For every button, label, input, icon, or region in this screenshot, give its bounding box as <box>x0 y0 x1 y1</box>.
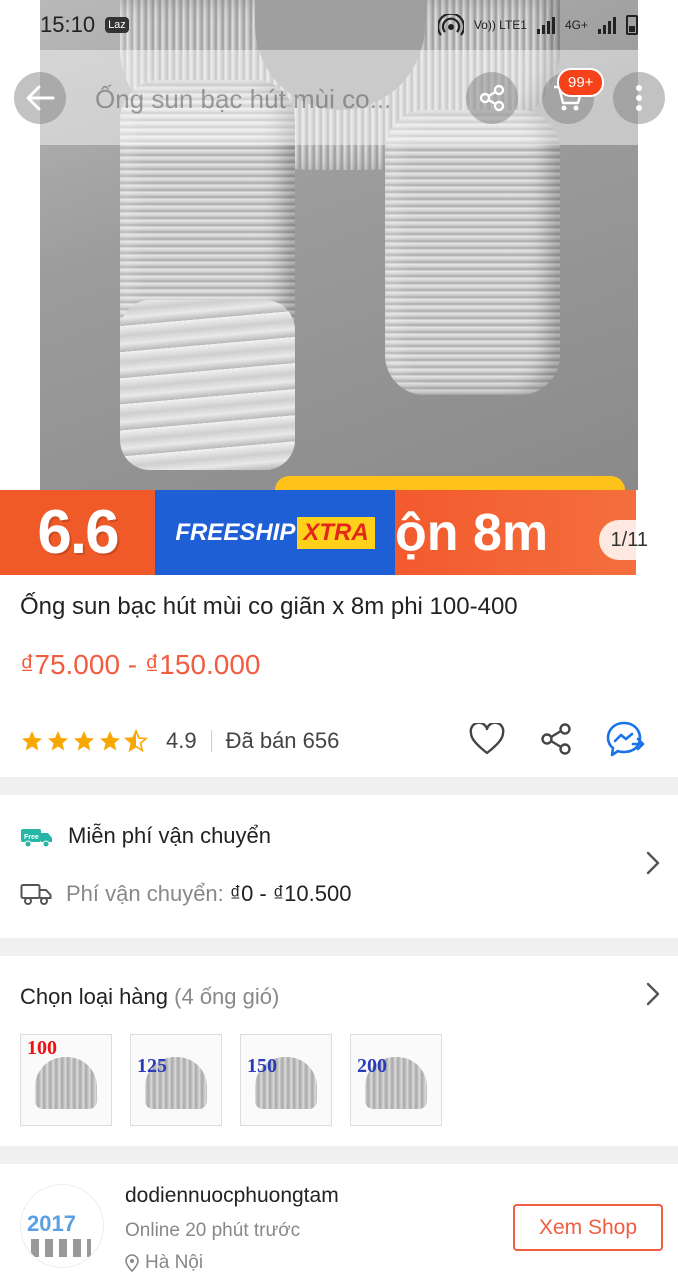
variant-title: Chọn loại hàng (4 ống gió) <box>20 984 279 1010</box>
shop-location-text: Hà Nội <box>145 1252 204 1273</box>
variant-label: 150 <box>247 1055 277 1077</box>
free-shipping-text: Miễn phí vận chuyển <box>68 823 272 848</box>
variant-label: 125 <box>137 1055 167 1077</box>
shop-avatar[interactable]: 2017 <box>20 1184 104 1268</box>
shipping-fee-label: Phí vận chuyển: <box>66 881 224 906</box>
banner-freeship-text: FREESHIP <box>175 518 296 546</box>
more-vertical-icon <box>636 85 642 111</box>
variant-section[interactable]: Chọn loại hàng (4 ống gió) 100 125 150 2… <box>0 956 678 1146</box>
variant-label: 100 <box>27 1037 57 1059</box>
shop-location: Hà Nội <box>125 1252 203 1274</box>
shipping-fee-row: Phí vận chuyển: ₫0 - ₫10.500 <box>20 881 351 907</box>
network-4g-label: 4G+ <box>564 18 588 32</box>
signal-icon <box>536 16 555 34</box>
product-price: ₫75.000 - ₫150.000 <box>20 649 261 680</box>
view-shop-button[interactable]: Xem Shop <box>513 1204 663 1251</box>
shipping-section[interactable]: Free Miễn phí vận chuyển Phí vận chuyển:… <box>0 795 678 938</box>
network-lte-label: Vo)) LTE1 <box>473 18 527 32</box>
hotspot-icon <box>437 14 464 36</box>
sold-count: Đã bán 656 <box>225 728 340 753</box>
shop-name[interactable]: dodiennuocphuongtam <box>125 1184 339 1208</box>
messenger-button[interactable] <box>605 719 645 759</box>
top-nav: Ống sun bạc hút mùi co... 99+ <box>0 50 678 145</box>
heart-icon <box>469 723 505 755</box>
battery-icon <box>626 15 638 35</box>
share-button[interactable] <box>466 72 518 124</box>
location-pin-icon <box>125 1254 139 1272</box>
messenger-icon <box>606 721 645 757</box>
share-icon <box>479 84 505 112</box>
variant-label: 200 <box>357 1055 387 1077</box>
variant-thumb-150[interactable]: 150 <box>240 1034 332 1126</box>
chevron-right-icon <box>646 982 660 1006</box>
rating-row[interactable]: 4.9 Đã bán 656 <box>20 723 339 759</box>
free-badge-text: Free <box>24 834 39 841</box>
app-notification-icon: Laz <box>105 17 129 33</box>
cart-count-badge: 99+ <box>557 68 605 97</box>
star-icon <box>100 731 120 751</box>
product-title: Ống sun bạc hút mùi co giãn x 8m phi 100… <box>20 593 518 620</box>
back-button[interactable] <box>14 72 66 124</box>
variant-thumbnails: 100 125 150 200 <box>20 1034 442 1126</box>
divider <box>210 730 212 752</box>
free-shipping-icon: Free <box>21 829 52 848</box>
more-button[interactable] <box>613 72 665 124</box>
product-page: 6.6 FREESHIP XTRA ộn 8m 1/11 15:10 Laz Vo… <box>0 0 678 1280</box>
signal-icon-2 <box>598 16 616 34</box>
search-input[interactable]: Ống sun bạc hút mùi co... <box>95 84 391 115</box>
favorite-button[interactable] <box>467 719 507 759</box>
shipping-fee-value: ₫0 - ₫10.500 <box>229 881 352 906</box>
variant-count: (4 ống gió) <box>174 984 280 1009</box>
share-product-button[interactable] <box>536 719 576 759</box>
arrow-left-icon <box>26 85 55 111</box>
rating-stars <box>20 729 148 753</box>
free-shipping-row: Free Miễn phí vận chuyển <box>20 823 271 849</box>
truck-icon <box>20 884 52 905</box>
product-info: Ống sun bạc hút mùi co giãn x 8m phi 100… <box>0 575 678 777</box>
share-icon <box>541 723 571 755</box>
shop-section: 2017 dodiennuocphuongtam Online 20 phút … <box>0 1164 678 1280</box>
status-bar: 15:10 Laz Vo)) LTE1 4G+ <box>0 0 678 50</box>
variant-title-label: Chọn loại hàng <box>20 984 169 1009</box>
variant-thumb-200[interactable]: 200 <box>350 1034 442 1126</box>
star-icon <box>22 731 42 751</box>
variant-thumb-100[interactable]: 100 <box>20 1034 112 1126</box>
shop-online-status: Online 20 phút trước <box>125 1220 301 1241</box>
image-counter: 1/11 <box>598 520 660 560</box>
chevron-right-icon <box>646 851 660 875</box>
star-icon <box>48 731 68 751</box>
promo-banner: 6.6 FREESHIP XTRA ộn 8m <box>0 476 636 575</box>
star-half-icon <box>124 729 148 753</box>
banner-66-text: 6.6 <box>0 490 155 575</box>
status-time: 15:10 <box>40 12 96 37</box>
variant-thumb-125[interactable]: 125 <box>130 1034 222 1126</box>
banner-xtra-text: XTRA <box>297 516 375 549</box>
star-icon <box>74 731 94 751</box>
banner-freeship: FREESHIP XTRA <box>155 490 395 575</box>
rating-value: 4.9 <box>166 728 197 753</box>
